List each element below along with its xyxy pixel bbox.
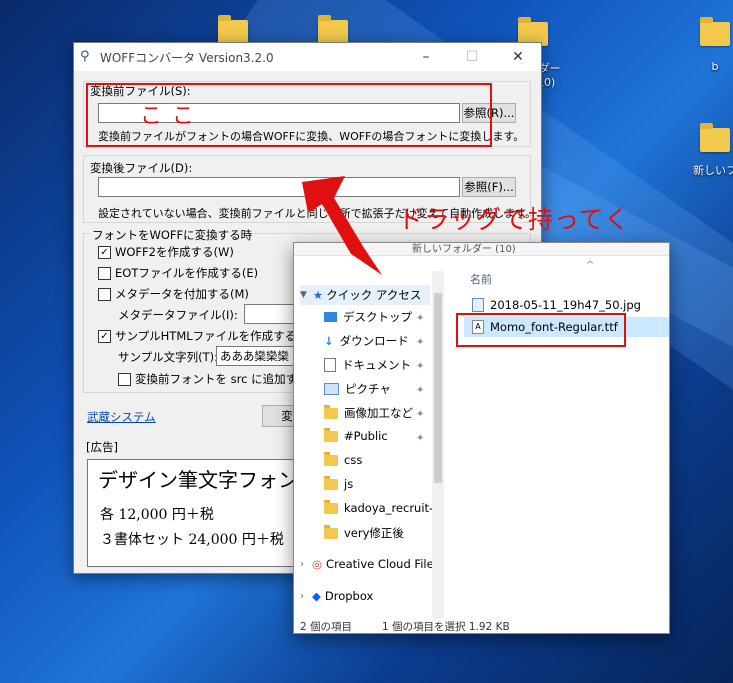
drag-arrow-icon (302, 176, 382, 275)
drag-arrow (302, 176, 382, 275)
